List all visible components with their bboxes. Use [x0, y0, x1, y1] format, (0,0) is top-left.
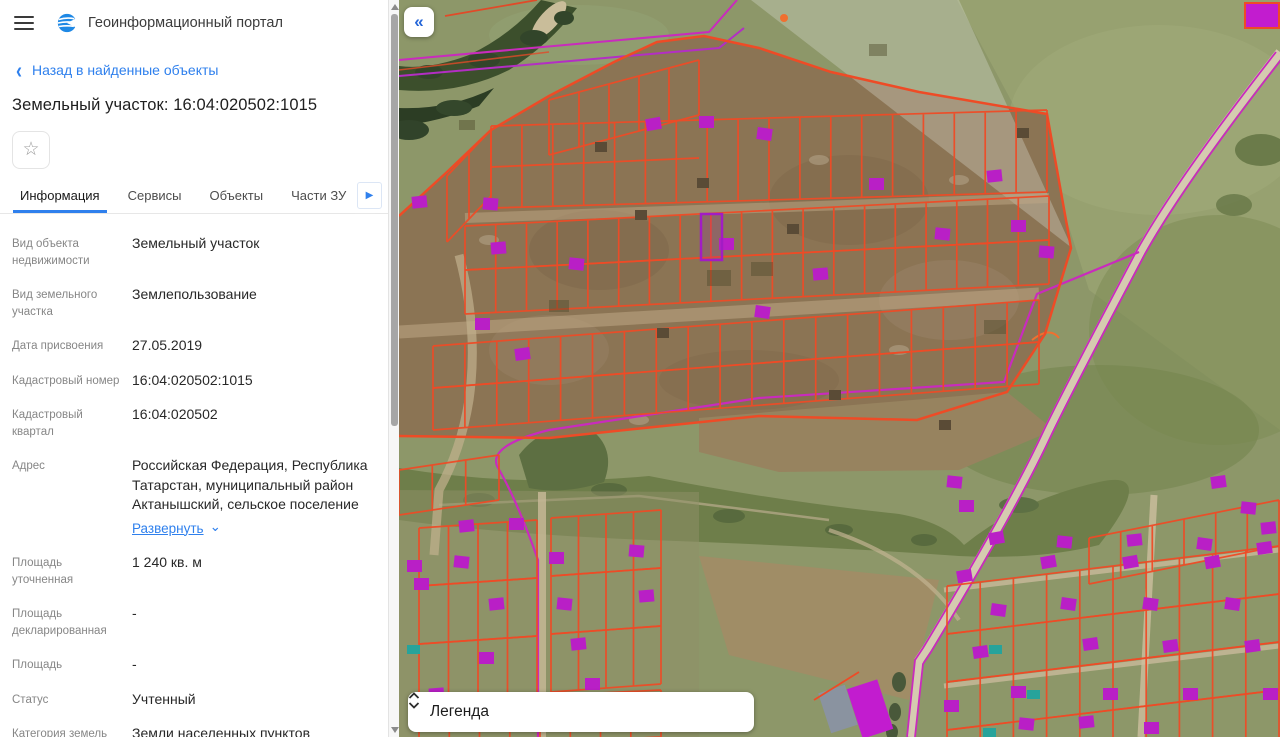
field-label: Кадастровый квартал: [12, 409, 83, 438]
tab-3[interactable]: Части ЗУ: [284, 179, 353, 213]
field-label: Кадастровый номер: [12, 374, 120, 387]
field-row: Статус Учтенный: [12, 690, 376, 710]
field-row: Адрес Российская Федерация, Республика Та…: [12, 456, 376, 538]
legend-toggle[interactable]: Легенда: [408, 692, 754, 732]
tab-2[interactable]: Объекты: [202, 179, 270, 213]
info-panel: Геоинформационный портал ‹ Назад в найде…: [0, 0, 388, 737]
scrollbar-thumb[interactable]: [391, 14, 398, 426]
back-link[interactable]: ‹ Назад в найденные объекты: [16, 57, 388, 83]
field-value: 27.05.2019: [132, 337, 203, 353]
field-row: Кадастровый номер 16:04:020502:1015: [12, 371, 376, 391]
scroll-up-arrow-icon[interactable]: [391, 4, 399, 10]
selected-parcel-outline[interactable]: [699, 212, 724, 262]
page-title: Земельный участок: 16:04:020502:1015: [12, 96, 318, 114]
field-row: Дата присвоения 27.05.2019: [12, 336, 376, 356]
chevron-left-icon: ‹: [16, 57, 22, 83]
field-label: Адрес: [12, 460, 45, 472]
scroll-down-arrow-icon[interactable]: [391, 727, 399, 733]
field-label: Площадь: [12, 659, 63, 671]
field-value: 16:04:020502: [132, 406, 218, 422]
panel-header: Геоинформационный портал: [0, 0, 388, 46]
field-value: 16:04:020502:1015: [132, 371, 253, 388]
app-title: Геоинформационный портал: [88, 15, 283, 31]
expand-collapse-icon: [408, 692, 420, 709]
favorite-star-button[interactable]: ☆: [12, 131, 50, 169]
collapse-panel-button[interactable]: «: [404, 7, 434, 37]
legend-label: Легенда: [430, 703, 489, 720]
field-row: Вид объекта недвижимости Земельный участо…: [12, 234, 376, 270]
field-value: Российская Федерация, Республика Татарст…: [132, 456, 376, 538]
tab-1[interactable]: Сервисы: [121, 179, 189, 213]
field-label: Вид земельного участка: [12, 289, 98, 318]
field-label: Площадь декларированная: [12, 608, 107, 637]
field-label: Категория земель: [12, 728, 108, 737]
field-value: Землепользование: [132, 286, 257, 302]
field-row: Площадь декларированная -: [12, 604, 376, 640]
field-row: Категория земель Земли населенных пунктов: [12, 724, 376, 737]
menu-icon[interactable]: [14, 16, 34, 30]
field-value: Земли населенных пунктов: [132, 725, 311, 737]
field-value: Земельный участок: [132, 235, 260, 251]
field-row: Вид земельного участка Землепользование: [12, 285, 376, 321]
field-label: Статус: [12, 693, 49, 706]
field-label: Площадь уточненная: [12, 557, 74, 586]
map-canvas[interactable]: « Легенда: [399, 0, 1280, 737]
field-value: Учтенный: [132, 690, 196, 707]
back-link-label: Назад в найденные объекты: [32, 62, 219, 78]
portal-logo-icon: [57, 13, 78, 33]
panel-scrollbar[interactable]: [388, 0, 399, 737]
field-row: Площадь уточненная 1 240 кв. м: [12, 553, 376, 589]
field-value: -: [132, 656, 137, 672]
field-label: Вид объекта недвижимости: [12, 238, 90, 267]
field-value: -: [132, 605, 137, 621]
field-row: Площадь -: [12, 655, 376, 675]
field-row: Кадастровый квартал 16:04:020502: [12, 405, 376, 441]
star-icon: ☆: [22, 139, 40, 160]
field-value: 1 240 кв. м: [132, 554, 202, 570]
tabs-bar: ИнформацияСервисыОбъектыЧасти ЗУСоставГ …: [0, 179, 388, 214]
expand-address-link[interactable]: Развернуть ⌄: [132, 519, 221, 539]
field-label: Дата присвоения: [12, 340, 104, 352]
tabs-scroll-right-button[interactable]: ▶: [357, 182, 382, 209]
tab-strip: ИнформацияСервисыОбъектыЧасти ЗУСоставГ: [0, 179, 376, 213]
double-chevron-left-icon: «: [414, 12, 424, 31]
attributes-list: Вид объекта недвижимости Земельный участо…: [0, 214, 388, 737]
tab-0[interactable]: Информация: [13, 179, 107, 213]
chevron-down-icon: ⌄: [209, 518, 221, 534]
